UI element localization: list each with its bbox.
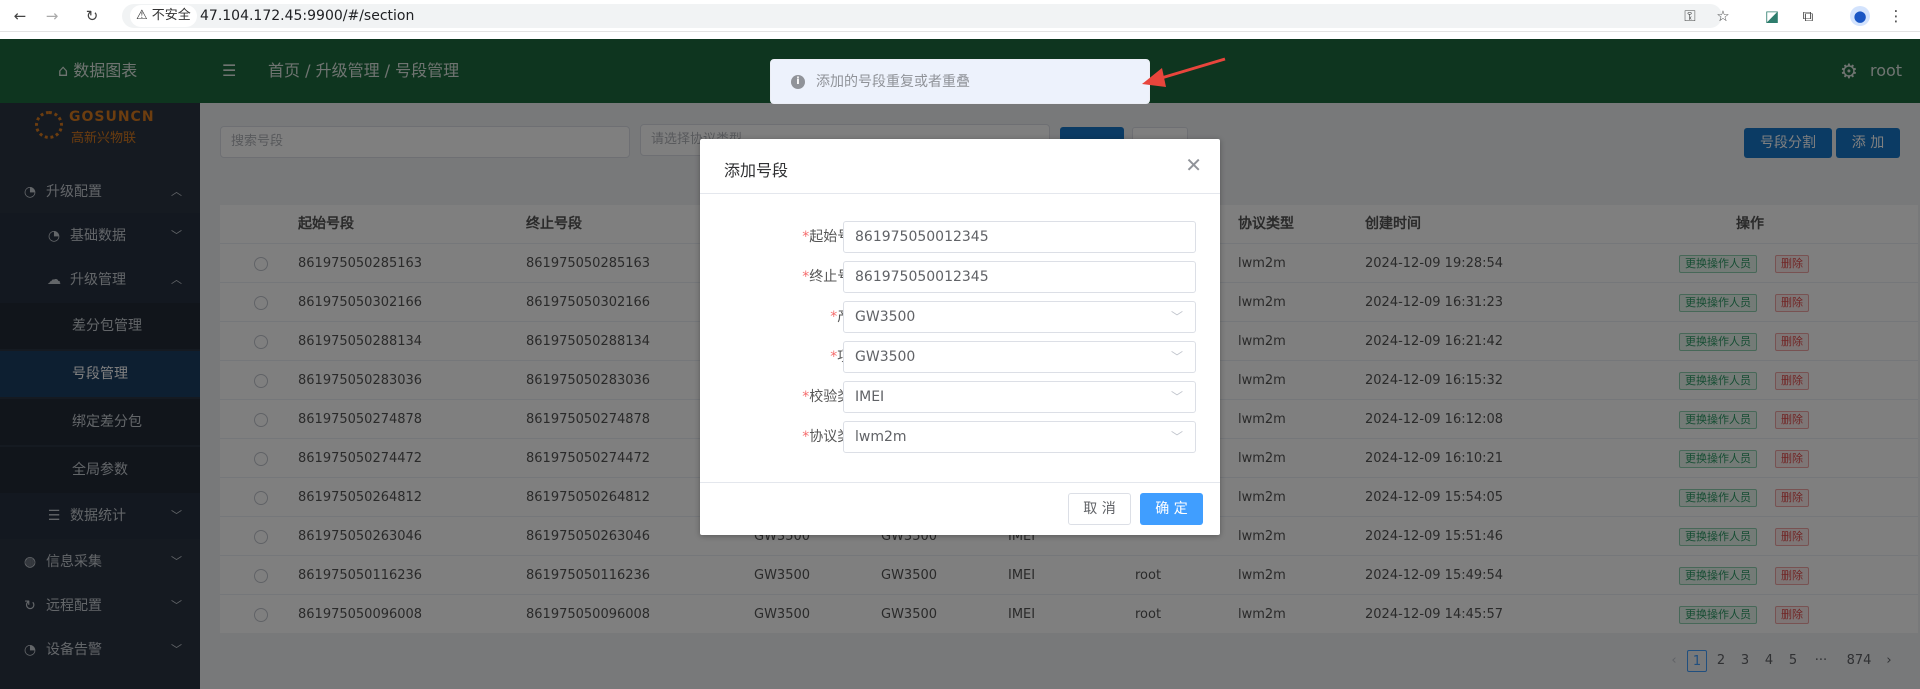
- chevron-down-icon: ﹀: [1170, 390, 1183, 404]
- dialog-divider: [700, 193, 1220, 194]
- info-icon: i: [791, 75, 805, 89]
- chevron-down-icon: ﹀: [1170, 350, 1183, 364]
- back-icon[interactable]: ←: [10, 6, 30, 26]
- error-toast: i 添加的号段重复或者重叠: [770, 59, 1150, 104]
- form-select[interactable]: IMEI ﹀: [843, 381, 1196, 413]
- field-value: lwm2m: [855, 429, 907, 445]
- dialog-divider: [700, 482, 1220, 483]
- form-select[interactable]: lwm2m ﹀: [843, 421, 1196, 453]
- dialog-title: 添加号段: [724, 161, 789, 180]
- form-input[interactable]: 861975050012345: [843, 261, 1196, 293]
- puzzle-icon[interactable]: ⧉: [1798, 6, 1818, 26]
- security-indicator[interactable]: ⚠ 不安全: [130, 5, 197, 27]
- field-value: IMEI: [855, 389, 885, 405]
- chevron-down-icon: ﹀: [1170, 430, 1183, 444]
- extension-icon[interactable]: ◪: [1762, 6, 1782, 26]
- field-value: GW3500: [855, 309, 916, 325]
- browser-toolbar: ← → ↻ ⚠ 不安全 47.104.172.45:9900/#/section…: [0, 0, 1920, 32]
- confirm-button[interactable]: 确 定: [1140, 493, 1203, 525]
- url-text[interactable]: 47.104.172.45:9900/#/section: [200, 4, 414, 28]
- arrow-shaft: [1157, 57, 1226, 81]
- form-input[interactable]: 861975050012345: [843, 221, 1196, 253]
- key-icon[interactable]: ⚿: [1680, 6, 1700, 26]
- field-value: 861975050012345: [855, 269, 989, 285]
- reload-icon[interactable]: ↻: [82, 6, 102, 26]
- toast-message: 添加的号段重复或者重叠: [816, 74, 970, 90]
- form-select[interactable]: GW3500 ﹀: [843, 301, 1196, 333]
- field-value: 861975050012345: [855, 229, 989, 245]
- security-label: 不安全: [151, 8, 191, 23]
- add-section-dialog: 添加号段 ✕ *起始号段: 861975050012345 *终止号段: 861975…: [700, 139, 1220, 535]
- chevron-down-icon: ﹀: [1170, 310, 1183, 324]
- cancel-button[interactable]: 取 消: [1068, 493, 1131, 525]
- field-value: GW3500: [855, 349, 916, 365]
- star-icon[interactable]: ☆: [1713, 6, 1733, 26]
- forward-icon[interactable]: →: [42, 6, 62, 26]
- form-select[interactable]: GW3500 ﹀: [843, 341, 1196, 373]
- arrow-annotation: [1142, 57, 1226, 87]
- profile-icon[interactable]: ●: [1850, 6, 1870, 26]
- arrow-head: [1142, 68, 1166, 87]
- menu-icon[interactable]: ⋮: [1886, 6, 1906, 26]
- close-icon[interactable]: ✕: [1185, 153, 1202, 177]
